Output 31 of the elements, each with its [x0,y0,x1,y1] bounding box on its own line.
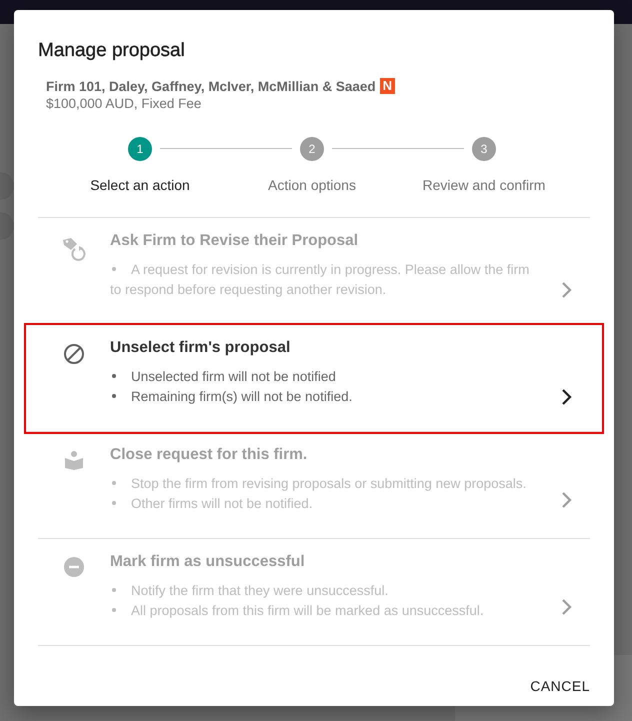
action-description: Remaining firm(s) will not be notified. [110,387,544,407]
step-label: Review and confirm [422,177,546,193]
action-description: Stop the firm from revising proposals or submitting new proposals. [110,474,544,494]
action-description: All proposals from this firm will be marked as unsuccessful. [110,601,544,621]
step-number: 3 [472,137,496,161]
action-title: Close request for this firm. [110,446,308,464]
ban-icon [63,343,85,365]
firm-badge: N [380,78,396,94]
action-title: Mark firm as unsuccessful [110,553,305,571]
step-label: Select an action [90,177,190,193]
dialog-title: Manage proposal [38,40,185,62]
fee-text: $100,000 AUD, Fixed Fee [46,96,202,111]
action-description: A request for revision is currently in progress. Please allow the firm to respond before requesting another revision. [110,260,544,300]
chevron-right-icon [561,598,573,616]
step-number: 2 [300,137,324,161]
action-description: Notify the firm that they were unsuccessful. [110,581,544,601]
chevron-right-icon [561,281,573,299]
action-title: Ask Firm to Revise their Proposal [110,232,358,250]
action-description: Unselected firm will not be notified [110,367,544,387]
chevron-right-icon [561,491,573,509]
step-number: 1 [128,137,152,161]
minus-circle-icon [64,557,84,577]
action-option[interactable]: Unselect firm's proposal Unselected firm will not be notified Remaining firm(s) will not be notified. [26,325,602,432]
chevron-right-icon [561,388,573,406]
tag-refresh-icon [61,236,87,262]
action-description: Other firms will not be notified. [110,494,544,514]
cancel-button[interactable]: CANCEL [522,670,598,702]
book-person-icon [64,450,84,470]
action-title: Unselect firm's proposal [110,339,290,357]
firm-name: Firm 101, Daley, Gaffney, McIver, McMillian & Saaed [46,78,376,94]
step-label: Action options [268,177,356,193]
